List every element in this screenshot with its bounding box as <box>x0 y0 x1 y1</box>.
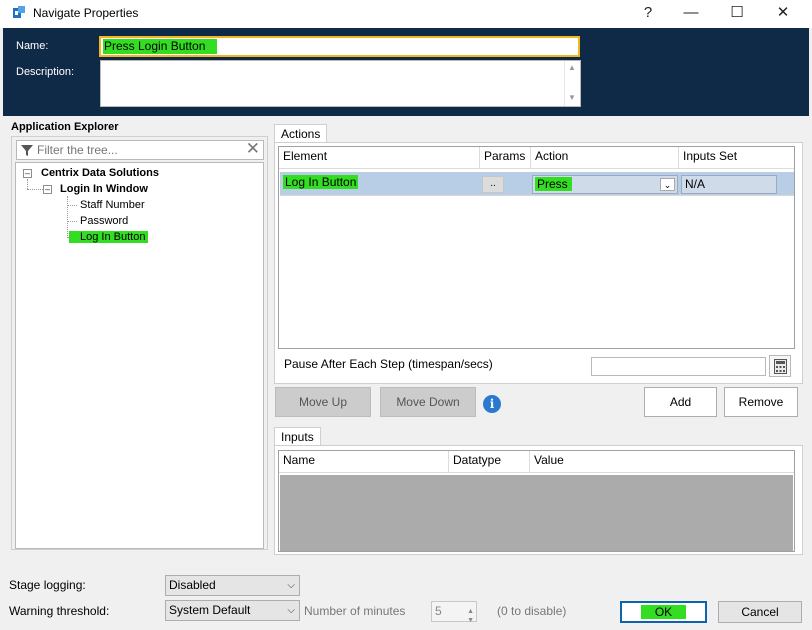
chevron-down-icon: ⌵ <box>287 605 295 616</box>
stage-logging-label: Stage logging: <box>9 578 86 592</box>
table-row[interactable]: Log In Button .. Press ⌄ N/A <box>280 172 794 196</box>
inputs-set-field[interactable]: N/A <box>681 175 777 194</box>
close-button[interactable]: ✕ <box>760 0 806 28</box>
description-label: Description: <box>16 66 75 78</box>
tree-connector <box>67 221 77 222</box>
minimize-button[interactable]: — <box>668 0 714 28</box>
tree-item-selected[interactable]: Log In Button <box>69 231 149 243</box>
action-select[interactable]: Press ⌄ <box>532 175 678 194</box>
tree-item[interactable]: Password <box>80 215 128 227</box>
help-button[interactable]: ? <box>625 0 671 28</box>
tab-actions[interactable]: Actions <box>274 124 328 143</box>
tree-node-window[interactable]: Login In Window <box>60 183 148 195</box>
action-select-value: Press <box>535 177 572 191</box>
name-label: Name: <box>16 40 49 52</box>
warning-threshold-label: Warning threshold: <box>9 604 110 618</box>
calculator-icon <box>774 359 787 374</box>
move-down-button[interactable]: Move Down <box>380 387 476 417</box>
scroll-up-icon[interactable]: ▲ <box>568 63 576 72</box>
tab-inputs[interactable]: Inputs <box>274 427 321 446</box>
name-field-value: Press Login Button <box>103 39 218 54</box>
tree-item[interactable]: Staff Number <box>80 199 145 211</box>
maximize-button[interactable]: ☐ <box>714 0 760 28</box>
minutes-value: 5 <box>435 604 442 618</box>
chevron-down-icon[interactable]: ⌄ <box>660 178 675 191</box>
ok-button-label: OK <box>640 605 687 619</box>
minutes-label: Number of minutes <box>304 604 406 618</box>
minutes-stepper[interactable]: 5 ▲ ▼ <box>431 601 477 624</box>
filter-box[interactable]: ✕ <box>16 139 264 160</box>
window-title: Navigate Properties <box>33 6 139 20</box>
stepper-down-icon[interactable]: ▼ <box>467 611 474 630</box>
pause-label: Pause After Each Step (timespan/secs) <box>284 357 493 371</box>
description-scrollbar[interactable]: ▲ ▼ <box>564 61 580 106</box>
inputs-grid-body <box>280 475 793 551</box>
column-header-value[interactable]: Value <box>530 451 794 473</box>
name-field[interactable]: Press Login Button <box>99 36 580 57</box>
column-header-params[interactable]: Params <box>480 147 531 169</box>
filter-input[interactable] <box>37 142 237 158</box>
warning-threshold-value: System Default <box>169 603 251 617</box>
title-bar: Navigate Properties ? — ☐ ✕ <box>0 0 812 28</box>
column-header-datatype[interactable]: Datatype <box>449 451 530 473</box>
zero-hint: (0 to disable) <box>497 604 567 618</box>
column-header-element[interactable]: Element <box>279 147 480 169</box>
column-header-name[interactable]: Name <box>279 451 449 473</box>
stage-logging-select[interactable]: Disabled ⌵ <box>165 575 300 596</box>
row-element: Log In Button <box>283 175 359 189</box>
inputs-grid[interactable]: Name Datatype Value <box>278 450 795 552</box>
move-up-button[interactable]: Move Up <box>275 387 371 417</box>
pause-input[interactable] <box>591 357 766 376</box>
params-button[interactable]: .. <box>482 176 504 193</box>
column-header-action[interactable]: Action <box>531 147 679 169</box>
tree-node-root[interactable]: Centrix Data Solutions <box>41 167 159 179</box>
collapse-icon[interactable]: – <box>43 185 52 194</box>
tree-connector <box>27 179 28 189</box>
clear-filter-icon[interactable]: ✕ <box>246 139 260 159</box>
collapse-icon[interactable]: – <box>23 169 32 178</box>
remove-button[interactable]: Remove <box>724 387 798 417</box>
explorer-title: Application Explorer <box>11 121 119 133</box>
app-icon <box>13 6 25 18</box>
tree-connector <box>67 205 77 206</box>
filter-icon <box>21 145 33 156</box>
info-icon[interactable]: i <box>483 395 501 413</box>
cancel-button[interactable]: Cancel <box>718 601 802 623</box>
element-tree[interactable]: – Centrix Data Solutions – Login In Wind… <box>15 162 264 549</box>
tree-connector <box>27 189 43 190</box>
description-field[interactable]: ▲ ▼ <box>100 60 581 107</box>
calculator-button[interactable] <box>769 355 791 377</box>
stage-logging-value: Disabled <box>169 578 216 592</box>
add-button[interactable]: Add <box>644 387 717 417</box>
chevron-down-icon: ⌵ <box>287 580 295 591</box>
actions-grid[interactable]: Element Params Action Inputs Set Log In … <box>278 146 795 349</box>
tree-connector <box>67 196 68 238</box>
scroll-down-icon[interactable]: ▼ <box>568 93 576 102</box>
ok-button[interactable]: OK <box>620 601 707 623</box>
column-header-inputs-set[interactable]: Inputs Set <box>679 147 794 169</box>
warning-threshold-select[interactable]: System Default ⌵ <box>165 600 300 621</box>
